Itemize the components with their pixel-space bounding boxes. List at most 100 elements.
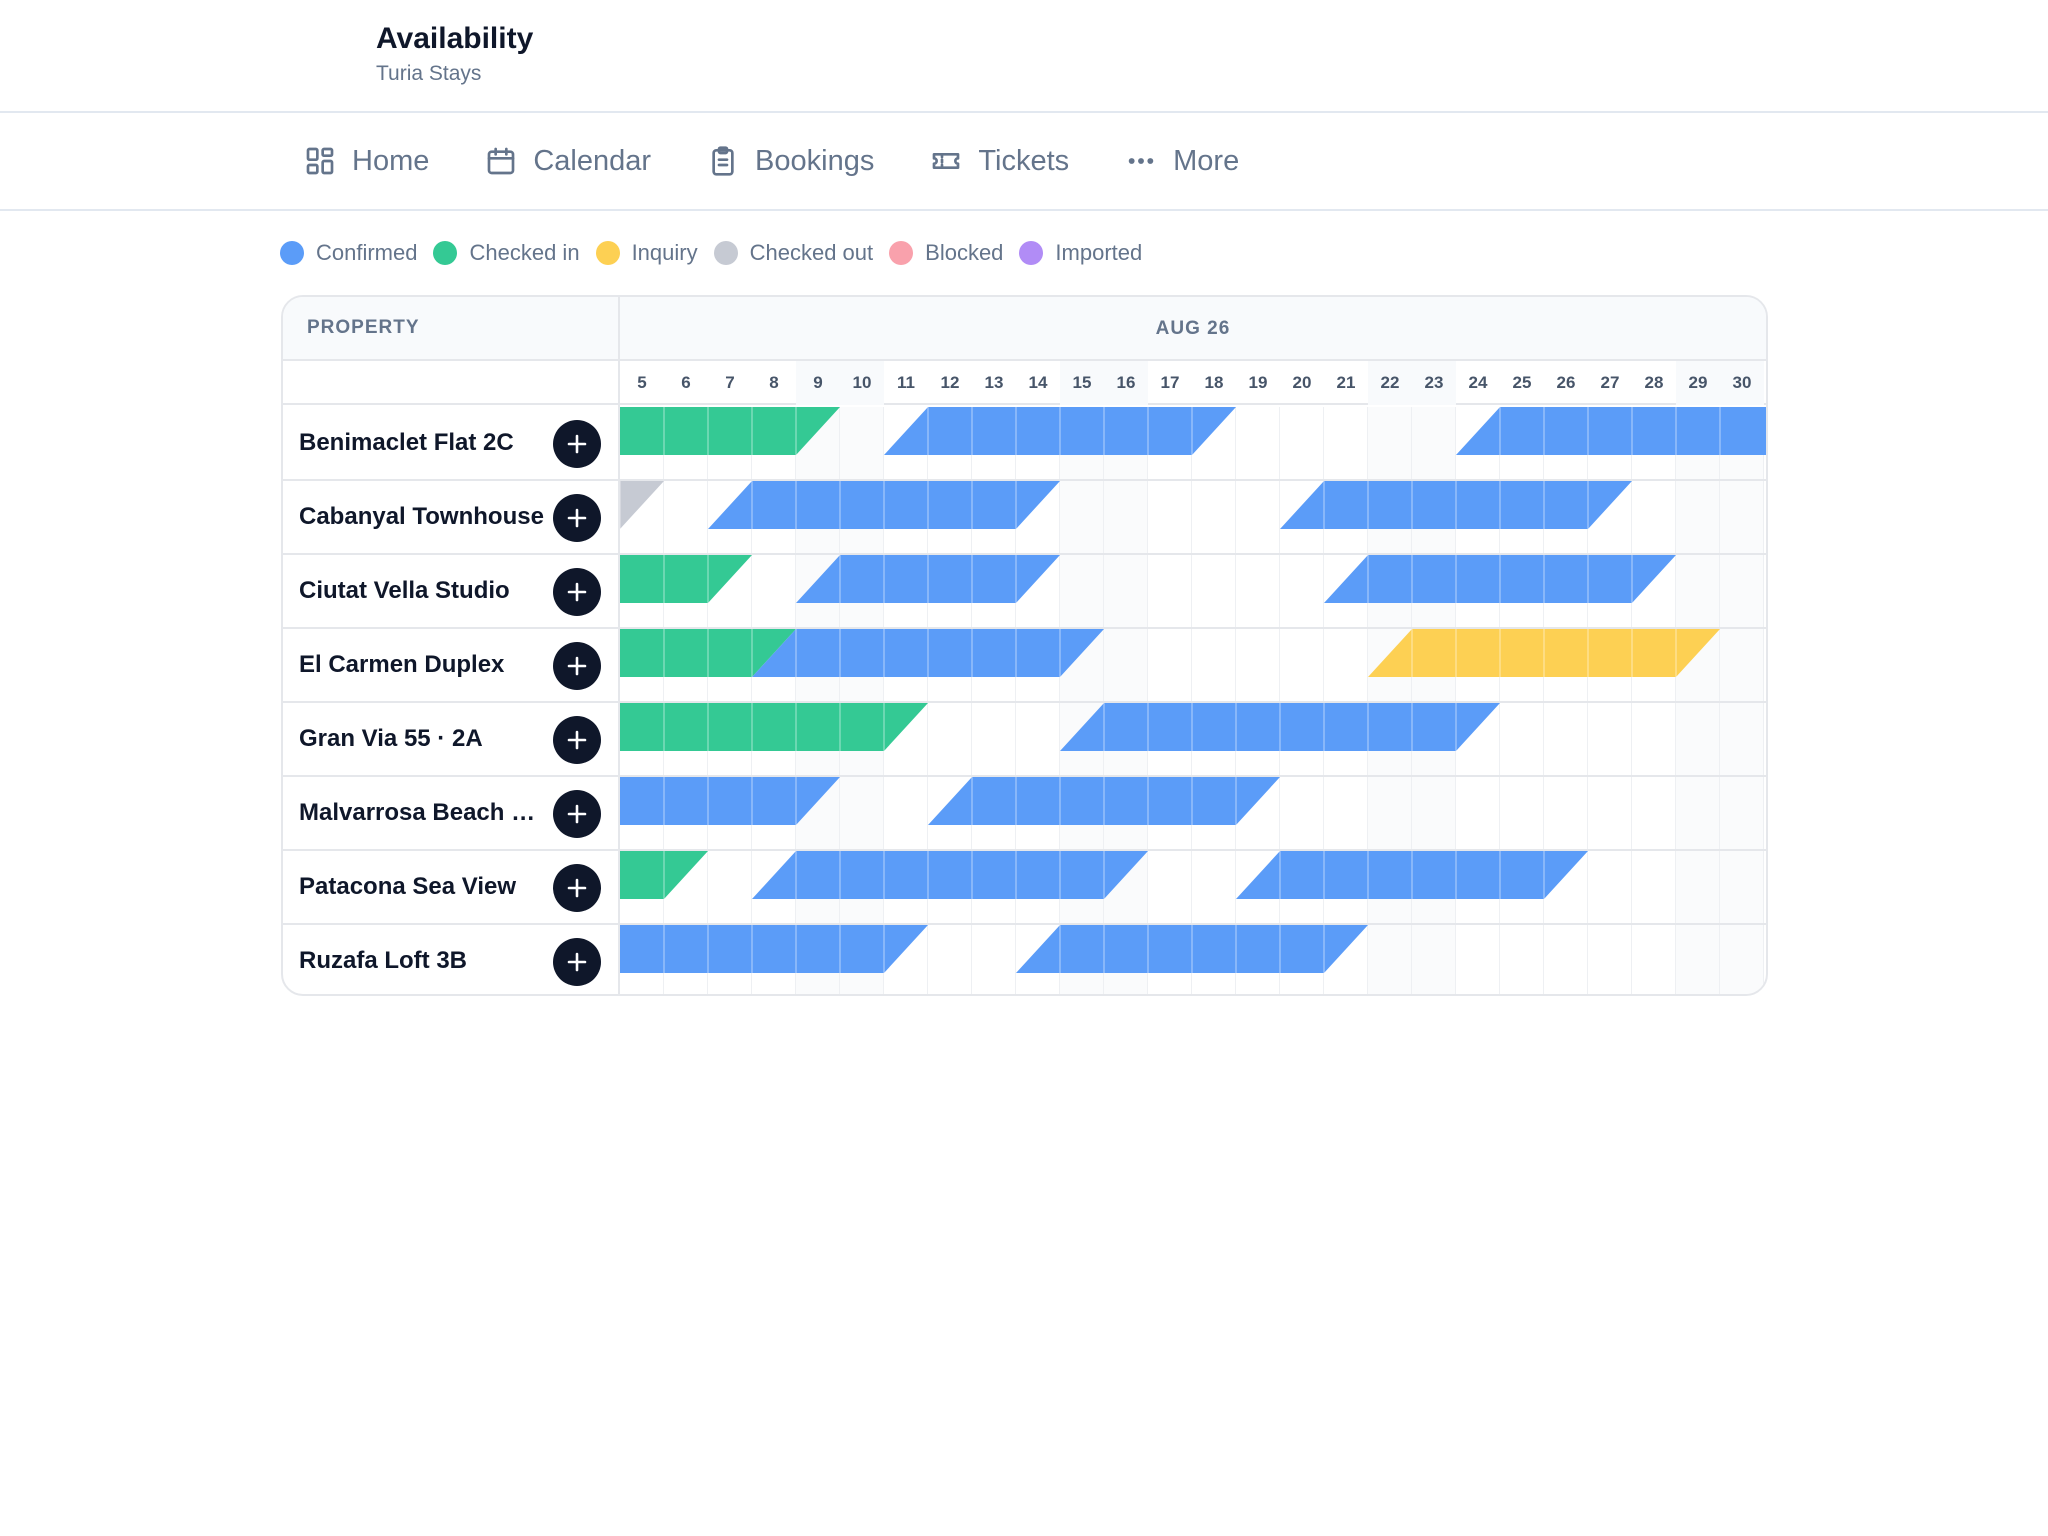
add-booking-button[interactable]: [553, 420, 601, 468]
day-header-18: 18: [1204, 373, 1224, 392]
legend-label: Imported: [1055, 240, 1143, 265]
grid-icon: [306, 147, 334, 175]
property-row: Gran Via 55 · 2A: [283, 703, 1766, 777]
property-name: Benimaclet Flat 2C: [299, 429, 514, 456]
legend-dot: [1019, 241, 1044, 265]
property-row: Benimaclet Flat 2C: [283, 407, 1766, 481]
plus-icon: [567, 656, 587, 676]
clipboard-icon: [712, 146, 734, 176]
day-header-28: 28: [1644, 373, 1664, 392]
booking-bar-confirmed[interactable]: [752, 851, 1148, 899]
day-header-row: 5 6 7 8 9 10 11 12 13 14 15 16 17 18 19 20 21 22 23 24 25 26 2…: [283, 361, 1766, 405]
add-booking-button[interactable]: [553, 716, 601, 764]
status-legend: Confirmed Checked in Inquiry Checked out Blo…: [280, 236, 1158, 270]
legend-item-checked-out: Checked out: [713, 240, 874, 266]
booking-bars: [619, 925, 1368, 973]
property-name: El Carmen Duplex: [299, 651, 505, 678]
ticket-icon: [933, 153, 960, 169]
nav-home-label: Home: [352, 144, 430, 177]
column-divider: [618, 297, 620, 994]
legend-label: Checked out: [749, 240, 874, 265]
day-header-30: 30: [1720, 361, 1764, 405]
legend-dot: [280, 241, 304, 265]
legend-label: Checked in: [469, 240, 580, 265]
booking-bar-confirmed[interactable]: [620, 777, 840, 825]
page-subtitle: Turia Stays: [376, 62, 482, 85]
grid-header: PROPERTY AUG 26: [283, 297, 1766, 361]
day-header-26: 26: [1556, 373, 1576, 392]
legend-item-blocked: Blocked: [889, 240, 1003, 266]
add-booking-button[interactable]: [553, 494, 601, 542]
booking-bar-checked-in[interactable]: [620, 407, 840, 455]
legend-item-checked-in: Checked in: [433, 240, 580, 266]
property-row: Patacona Sea View: [283, 851, 1766, 925]
add-booking-button[interactable]: [553, 938, 601, 986]
day-header-5: 5: [637, 373, 647, 392]
property-name: Ruzafa Loft 3B: [299, 947, 467, 974]
add-booking-button[interactable]: [553, 642, 601, 690]
nav-more[interactable]: More: [1125, 145, 1239, 178]
legend-item-inquiry: Inquiry: [595, 240, 698, 266]
booking-bar-confirmed[interactable]: [1456, 407, 1768, 455]
day-header-23: 23: [1412, 361, 1456, 405]
property-row: El Carmen Duplex: [283, 629, 1766, 703]
legend-dot: [595, 241, 620, 265]
property-name: Malvarrosa Beach St...: [299, 799, 549, 826]
day-header-7: 7: [725, 373, 735, 392]
booking-bar-checked-in[interactable]: [620, 703, 928, 751]
booking-bars: [620, 555, 1676, 603]
nav-tickets[interactable]: Tickets: [930, 145, 1069, 178]
day-header-9: 9: [796, 361, 840, 405]
availability-grid: PROPERTY AUG 26 5 6 7 8 9 10 11 12 13 14 15 16 17 18 1…: [281, 295, 1768, 996]
plus-icon: [567, 952, 587, 972]
calendar-icon: [488, 147, 515, 175]
add-booking-button[interactable]: [553, 568, 601, 616]
day-header-20: 20: [1292, 373, 1312, 392]
add-booking-button[interactable]: [553, 864, 601, 912]
booking-bar-checked-in[interactable]: [620, 555, 752, 603]
legend-label: Confirmed: [316, 240, 418, 265]
day-header-24: 24: [1468, 373, 1488, 392]
day-header-17: 17: [1160, 373, 1180, 392]
property-row: Ruzafa Loft 3B: [283, 925, 1766, 994]
nav-calendar[interactable]: Calendar: [485, 145, 651, 178]
day-header-22: 22: [1368, 361, 1412, 405]
property-row: Malvarrosa Beach St...: [283, 777, 1766, 851]
legend-label: Inquiry: [631, 240, 698, 265]
booking-bars: [620, 703, 1500, 751]
plus-icon: [567, 434, 587, 454]
property-column-header: PROPERTY: [307, 317, 420, 338]
day-header-13: 13: [984, 373, 1004, 392]
nav-tickets-label: Tickets: [978, 144, 1070, 177]
legend-item-confirmed: Confirmed: [280, 240, 417, 266]
booking-bar-confirmed[interactable]: [620, 925, 928, 973]
property-row: Cabanyal Townhouse: [283, 481, 1766, 555]
app-header: Availability Turia Stays: [0, 0, 2048, 113]
booking-bars: [620, 629, 1720, 677]
day-header-16: 16: [1104, 361, 1148, 405]
add-booking-button[interactable]: [553, 790, 601, 838]
day-header-12: 12: [940, 373, 960, 392]
plus-icon: [567, 878, 587, 898]
day-header-14: 14: [1028, 373, 1048, 392]
day-header-11: 11: [897, 373, 915, 392]
nav-calendar-label: Calendar: [533, 144, 652, 177]
day-header-27: 27: [1600, 373, 1620, 392]
nav-home[interactable]: Home: [304, 145, 429, 178]
day-header-10: 10: [840, 361, 884, 405]
property-name: Cabanyal Townhouse: [299, 503, 544, 530]
booking-bar-checked-out[interactable]: [620, 481, 664, 529]
nav-bookings[interactable]: Bookings: [707, 145, 874, 178]
day-header-8: 8: [769, 373, 779, 392]
property-name: Gran Via 55 · 2A: [299, 725, 483, 752]
top-nav: Home Calendar Bookings Tickets More: [0, 113, 2048, 211]
property-name: Patacona Sea View: [299, 873, 517, 900]
booking-bars: [620, 851, 1588, 899]
property-row: Ciutat Vella Studio: [283, 555, 1766, 629]
legend-dot: [713, 241, 738, 265]
month-label: AUG 26: [1155, 318, 1231, 339]
day-header-29: 29: [1676, 361, 1720, 405]
plus-icon: [567, 508, 587, 528]
legend-dot: [889, 241, 914, 265]
legend-item-imported: Imported: [1019, 240, 1142, 266]
